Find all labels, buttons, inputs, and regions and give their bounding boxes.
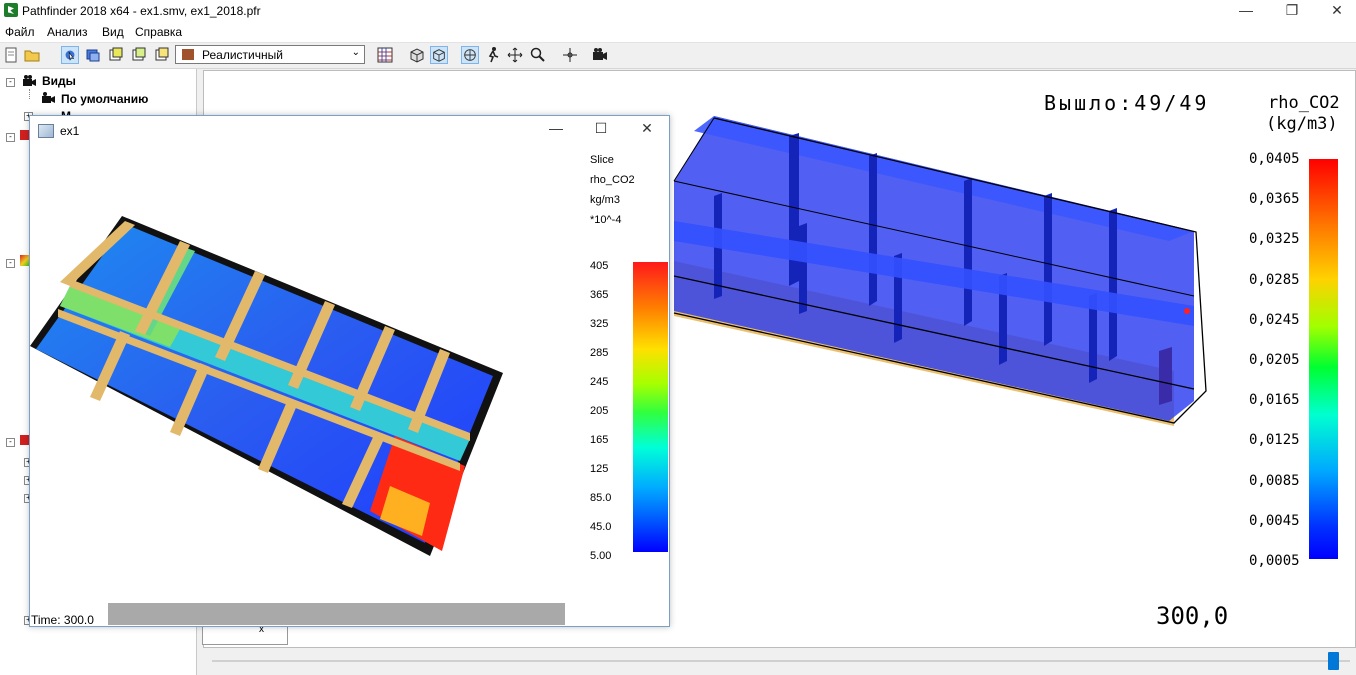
ex1-colorbar-tick-label: 45.0 [590, 521, 612, 533]
colorbar-tick-label: 0,0325 [1249, 231, 1300, 248]
menu-analysis[interactable]: Анализ [47, 25, 88, 39]
ex1-colorbar-tick-label: 405 [590, 260, 609, 272]
ex1-colorbar-tick-label: 5.00 [590, 550, 612, 562]
ex1-colorbar-gradient [633, 262, 668, 552]
colorbar-tick-label: 0,0405 [1249, 151, 1300, 167]
ex1-colorbar-tick-label: 365 [590, 289, 609, 301]
orbit-icon [464, 49, 476, 61]
ex1-colorbar-tick-label: 325 [590, 318, 609, 330]
ex1-colorbar-tick-label: 165 [590, 434, 609, 446]
layer-icon[interactable] [84, 46, 102, 64]
cube-icon[interactable] [408, 46, 426, 64]
views-camera-icon [23, 75, 36, 86]
close-button[interactable]: ✕ [1314, 0, 1356, 22]
colorbar-tick-label: 0,0165 [1249, 392, 1300, 409]
ex1-colorbar-tick-label: 285 [590, 347, 609, 359]
colorbar-tick-label: 0,0085 [1249, 472, 1300, 489]
tree-item-default[interactable]: По умолчанию [61, 92, 148, 106]
ex1-legend-label: *10^-4 [590, 214, 622, 226]
colorbar-tick-label: 0,0245 [1249, 311, 1300, 328]
walk-icon[interactable] [484, 46, 502, 64]
time-readout: 300,0 [1156, 602, 1229, 630]
colorbar-title: rho_CO2 [1268, 93, 1340, 113]
tree-collapse-icon-4[interactable]: - [6, 438, 15, 447]
wireframe-cube-icon [433, 49, 445, 62]
tree-collapse-icon-2[interactable]: - [6, 133, 15, 142]
colorbar-tick-label: 0,0005 [1249, 553, 1300, 569]
ex1-colorbar-tick-label: 85.0 [590, 492, 612, 504]
slice-3d-render[interactable] [30, 211, 510, 561]
grid-icon[interactable] [376, 46, 394, 64]
box-icon-2[interactable] [130, 46, 148, 64]
ex1-window-icon [38, 124, 54, 138]
menu-bar: Файл Анализ Вид Справка [0, 22, 1356, 43]
fit-view-icon[interactable] [561, 46, 579, 64]
render-mode-select[interactable]: Реалистичный ⌄ [175, 45, 365, 64]
toolbar: Реалистичный ⌄ [0, 43, 1356, 69]
tree-item-views[interactable]: Виды [42, 74, 76, 88]
ex1-colorbar-tick-label: 245 [590, 376, 609, 388]
ex1-window: ex1 — ☐ ✕ Time: 300.0 Slice rho_CO2 kg/m… [29, 115, 670, 627]
exited-counter: Вышло:49/49 [1044, 91, 1210, 115]
zoom-icon[interactable] [529, 46, 547, 64]
ex1-time-scrollbar[interactable] [108, 603, 565, 625]
colorbar-tick-label: 0,0045 [1249, 512, 1300, 529]
menu-help[interactable]: Справка [135, 25, 182, 39]
open-folder-icon[interactable] [23, 46, 41, 64]
colorbar-unit: (kg/m3) [1266, 114, 1338, 134]
camera-icon[interactable] [591, 46, 609, 64]
app-icon [4, 3, 18, 17]
window-title: Pathfinder 2018 x64 - ex1.smv, ex1_2018.… [22, 4, 261, 18]
ex1-close-button[interactable]: ✕ [632, 120, 662, 140]
timeline-slider-thumb[interactable] [1327, 652, 1339, 670]
tree-connector [29, 89, 30, 99]
colorbar-gradient [1309, 159, 1338, 559]
ex1-legend-label: rho_CO2 [590, 174, 635, 186]
tree-collapse-icon[interactable]: - [6, 78, 15, 87]
ex1-time-label: Time: 300.0 [31, 613, 94, 627]
tree-collapse-icon-3[interactable]: - [6, 259, 15, 268]
select-tool-button[interactable] [61, 46, 79, 64]
box-icon-3[interactable] [153, 46, 171, 64]
colorbar-tick-label: 0,0365 [1249, 191, 1300, 208]
brick-icon [182, 49, 194, 60]
default-view-camera-icon [42, 92, 55, 103]
ex1-legend-label: kg/m3 [590, 194, 620, 206]
colorbar-tick-label: 0,0205 [1249, 352, 1300, 368]
ex1-colorbar-tick-label: 205 [590, 405, 609, 417]
box-icon-1[interactable] [107, 46, 125, 64]
pan-icon[interactable] [506, 46, 524, 64]
ex1-window-title: ex1 [60, 124, 80, 138]
ex1-legend-label: Slice [590, 154, 614, 166]
menu-view[interactable]: Вид [102, 25, 124, 39]
minimize-button[interactable]: — [1223, 0, 1269, 22]
ex1-maximize-button[interactable]: ☐ [586, 120, 616, 140]
ex1-minimize-button[interactable]: — [541, 120, 571, 140]
select-icon [65, 50, 75, 61]
orbit-tool-button[interactable] [461, 46, 479, 64]
title-bar: Pathfinder 2018 x64 - ex1.smv, ex1_2018.… [0, 0, 1356, 22]
menu-file[interactable]: Файл [5, 25, 35, 39]
ex1-colorbar-tick-label: 125 [590, 463, 609, 475]
chevron-down-icon: ⌄ [351, 47, 360, 58]
colorbar-tick-label: 0,0285 [1249, 271, 1300, 288]
timeline-slider-track[interactable] [212, 660, 1350, 662]
maximize-button[interactable]: ❐ [1269, 0, 1315, 22]
new-file-icon[interactable] [2, 46, 20, 64]
wireframe-toggle-button[interactable] [430, 46, 448, 64]
colorbar-tick-label: 0,0125 [1249, 432, 1300, 449]
render-mode-value: Реалистичный [202, 48, 283, 62]
